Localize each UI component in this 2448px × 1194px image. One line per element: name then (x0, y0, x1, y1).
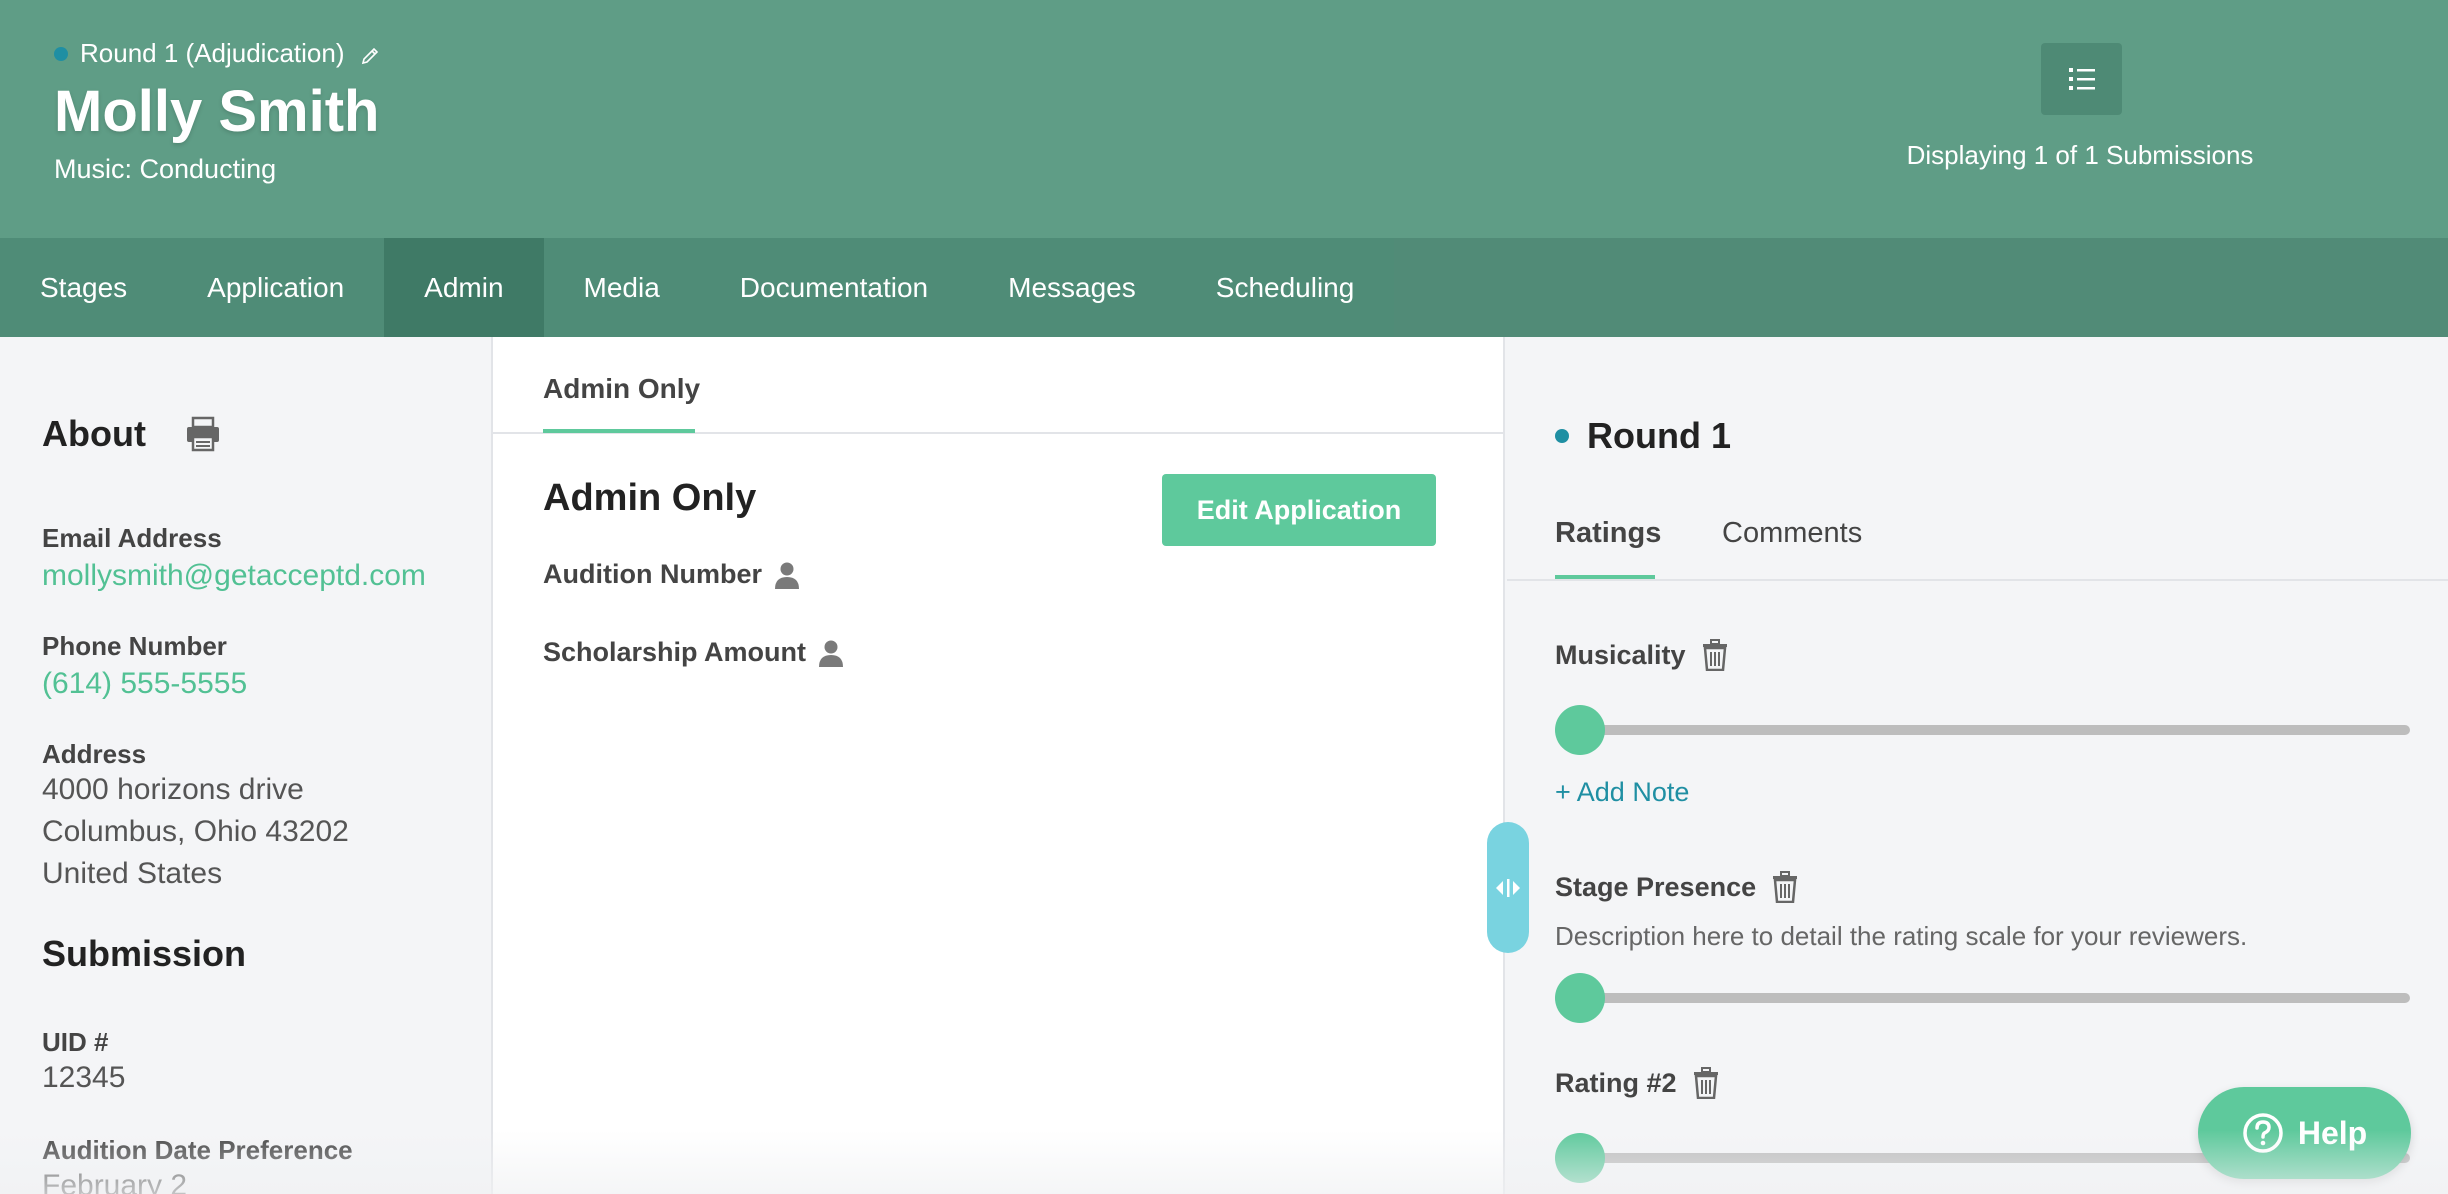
tab-application[interactable]: Application (167, 238, 384, 337)
tab-stages[interactable]: Stages (0, 238, 167, 337)
list-icon (2068, 68, 2095, 90)
question-icon (2243, 1113, 2283, 1153)
phone-link[interactable]: (614) 555-5555 (42, 667, 247, 701)
tab-ratings[interactable]: Ratings (1555, 517, 1661, 550)
help-label: Help (2297, 1114, 2368, 1151)
audition-number-label: Audition Number (543, 559, 762, 589)
address-line-2: Columbus, Ohio 43202 (42, 815, 349, 848)
tab-documentation[interactable]: Documentation (700, 238, 968, 337)
about-panel: About Email Address mollysmith@getaccept… (0, 337, 493, 1194)
uid-label: UID # (42, 1027, 109, 1057)
rating-stage-presence: Stage Presence (1555, 871, 1800, 904)
main-nav: Stages Application Admin Media Documenta… (0, 238, 2448, 337)
person-icon (772, 560, 802, 590)
rating-musicality: Musicality (1555, 639, 1730, 672)
rating-label: Musicality (1555, 639, 1686, 670)
tab-media[interactable]: Media (544, 238, 700, 337)
tab-messages[interactable]: Messages (968, 238, 1176, 337)
musicality-slider-track[interactable] (1555, 725, 2410, 735)
rating-label: Stage Presence (1555, 871, 1757, 902)
date-preference-label: Audition Date Preference (42, 1135, 353, 1165)
print-icon[interactable] (184, 415, 222, 453)
round-indicator: Round 1 (Adjudication) (54, 38, 381, 69)
admin-panel: Admin Only Admin Only Edit Application A… (493, 337, 1505, 1194)
nav-tabs: Stages Application Admin Media Documenta… (0, 238, 1395, 337)
tab-admin[interactable]: Admin (384, 238, 544, 337)
uid-value: 12345 (42, 1061, 126, 1094)
tab-scheduling[interactable]: Scheduling (1176, 238, 1395, 337)
tab-divider (1507, 579, 2448, 581)
stage-presence-slider-track[interactable] (1555, 993, 2410, 1003)
tab-admin-only[interactable]: Admin Only (543, 373, 700, 405)
round-status-dot (54, 46, 68, 61)
rating-2: Rating #2 (1555, 1067, 1721, 1100)
page-header: Round 1 (Adjudication) Molly Smith Music… (0, 0, 2448, 238)
rating-label: Rating #2 (1555, 1067, 1677, 1098)
student-name: Molly Smith (54, 79, 380, 144)
tab-comments[interactable]: Comments (1722, 517, 1862, 550)
scholarship-amount-label: Scholarship Amount (543, 637, 807, 667)
submission-count: Displaying 1 of 1 Submissions (1906, 140, 2254, 170)
email-label: Email Address (42, 523, 222, 553)
person-icon (816, 638, 846, 668)
phone-label: Phone Number (42, 631, 227, 661)
help-button[interactable]: Help (2198, 1087, 2411, 1179)
add-note-link[interactable]: + Add Note (1555, 777, 1689, 808)
date-preference-value: February 2 (42, 1169, 188, 1194)
review-round-title: Round 1 (1555, 415, 1731, 457)
trash-icon[interactable] (1691, 1067, 1721, 1100)
admin-heading: Admin Only (543, 477, 757, 519)
program-label: Music: Conducting (54, 154, 277, 184)
scholarship-amount-field: Scholarship Amount (543, 637, 846, 668)
panel-resize-handle[interactable] (1487, 822, 1529, 953)
resize-arrows-icon (1496, 878, 1520, 897)
review-panel: Round 1 Ratings Comments Musicality + Ad… (1507, 337, 2448, 1194)
address-line-3: United States (42, 857, 223, 890)
audition-number-field: Audition Number (543, 559, 802, 590)
active-tab-indicator (543, 429, 695, 433)
edit-application-button[interactable]: Edit Application (1162, 474, 1436, 546)
trash-icon[interactable] (1770, 871, 1800, 904)
about-title: About (42, 413, 146, 454)
stage-presence-slider-handle[interactable] (1555, 973, 1605, 1023)
admin-tabbar: Admin Only (493, 337, 1505, 434)
pencil-icon[interactable] (359, 43, 381, 65)
email-link[interactable]: mollysmith@getacceptd.com (42, 559, 426, 593)
trash-icon[interactable] (1700, 639, 1730, 672)
round-status-dot (1555, 429, 1569, 443)
round-label: Round 1 (Adjudication) (80, 38, 345, 68)
address-label: Address (42, 739, 147, 769)
review-round-label: Round 1 (1587, 415, 1731, 456)
rating-2-slider-handle[interactable] (1555, 1133, 1605, 1183)
address-line-1: 4000 horizons drive (42, 773, 304, 806)
rating-description: Description here to detail the rating sc… (1555, 921, 2248, 951)
musicality-slider-handle[interactable] (1555, 705, 1605, 755)
submissions-list-button[interactable] (2041, 43, 2122, 115)
submission-title: Submission (42, 933, 247, 974)
